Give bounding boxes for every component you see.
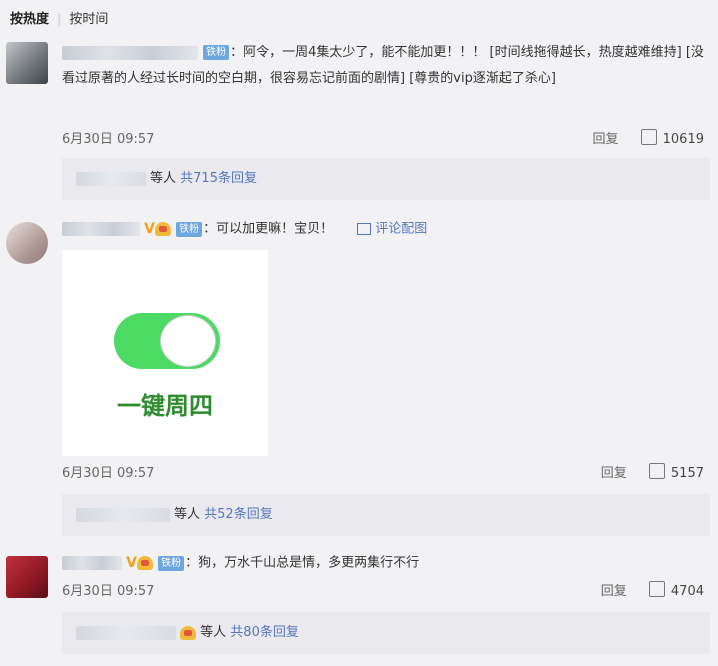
reply-button[interactable]: 回复	[601, 466, 627, 481]
replies-prefix: 等人	[174, 507, 201, 522]
avatar[interactable]	[6, 556, 48, 598]
like-count[interactable]: 10619	[663, 132, 704, 147]
comment-meta: 6月30日 09:57 回复 4704	[62, 580, 704, 600]
replies-count-link[interactable]: 共52条回复	[204, 507, 273, 522]
verified-icon: V	[144, 221, 155, 237]
avatar[interactable]	[6, 222, 48, 264]
fan-badge[interactable]: 铁粉	[176, 221, 203, 237]
comment-actions: 回复 4704	[601, 580, 704, 599]
fan-badge[interactable]: 铁粉	[158, 555, 185, 571]
like-count[interactable]: 4704	[671, 584, 704, 599]
replies-count-link[interactable]: 共80条回复	[230, 625, 299, 640]
thumbs-up-icon[interactable]	[640, 129, 657, 145]
reply-users	[76, 625, 176, 640]
reply-users	[76, 171, 146, 186]
comment-body: 铁粉 ：阿令，一周4集太少了，能不能加更！！！ [时间线拖得越长，热度越难维持] …	[62, 40, 712, 92]
comment-text: ：可以加更嘛！宝贝！	[203, 221, 334, 237]
replies-summary[interactable]: 等人 共52条回复	[62, 494, 710, 536]
comment-actions: 回复 10619	[592, 128, 704, 147]
reply-button[interactable]: 回复	[592, 132, 618, 147]
replies-summary[interactable]: 等人 共80条回复	[62, 612, 710, 654]
thumbs-up-icon[interactable]	[648, 463, 665, 479]
vip-crown-icon	[154, 222, 171, 236]
comment-meta: 6月30日 09:57 回复 5157	[62, 462, 704, 482]
thumbs-up-icon[interactable]	[648, 581, 665, 597]
toggle-switch-graphic	[114, 313, 220, 369]
avatar[interactable]	[6, 42, 48, 84]
comment-date: 6月30日 09:57	[62, 466, 155, 481]
vip-crown-icon	[180, 625, 196, 640]
sort-bar: 按热度 | 按时间	[10, 8, 108, 27]
sort-by-hot-tab[interactable]: 按热度	[10, 12, 49, 27]
image-caption: 一键周四	[117, 392, 213, 420]
replies-prefix: 等人	[150, 171, 177, 186]
comment-actions: 回复 5157	[601, 462, 704, 481]
sort-separator: |	[57, 12, 62, 27]
image-icon	[357, 223, 372, 235]
comment-date: 6月30日 09:57	[62, 132, 155, 147]
comment-body: V 铁粉 ：狗，万水千山总是情，多更两集行不行	[62, 550, 712, 577]
reply-users	[76, 507, 170, 522]
fan-badge[interactable]: 铁粉	[203, 45, 230, 60]
reply-button[interactable]: 回复	[601, 584, 627, 599]
comment-meta: 6月30日 09:57 回复 10619	[62, 128, 704, 148]
comment-image-link[interactable]: 评论配图	[375, 222, 427, 237]
comment-date: 6月30日 09:57	[62, 584, 155, 599]
comment-image[interactable]: 一键周四	[62, 250, 268, 456]
username[interactable]	[62, 222, 140, 236]
comment-body: V 铁粉 ：可以加更嘛！宝贝！ 评论配图	[62, 216, 712, 243]
vip-crown-icon	[136, 556, 153, 570]
verified-icon: V	[126, 555, 137, 571]
replies-prefix: 等人	[200, 625, 227, 640]
username[interactable]	[62, 556, 122, 570]
comment-text: ：狗，万水千山总是情，多更两集行不行	[185, 555, 420, 571]
replies-count-link[interactable]: 共715条回复	[180, 171, 257, 186]
username[interactable]	[62, 45, 198, 60]
like-count[interactable]: 5157	[671, 466, 704, 481]
sort-by-time-tab[interactable]: 按时间	[69, 12, 108, 27]
toggle-knob	[160, 315, 216, 367]
replies-summary[interactable]: 等人 共715条回复	[62, 158, 710, 200]
